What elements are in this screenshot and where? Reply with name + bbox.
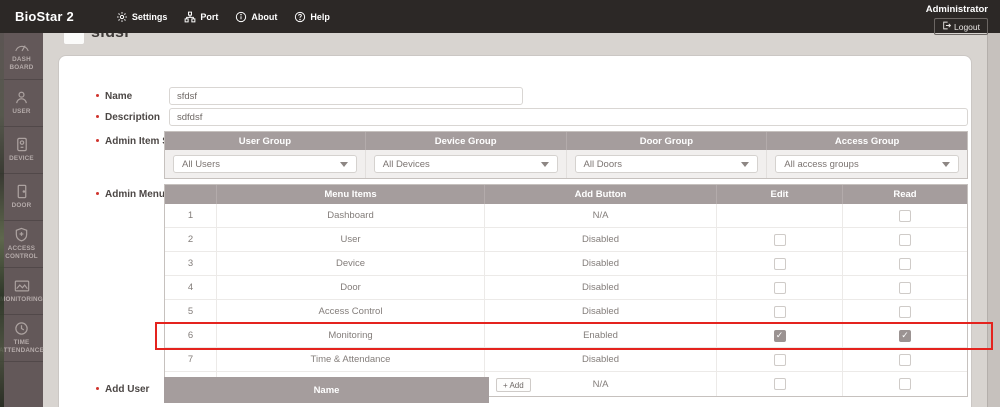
- table-row-monitoring: 6 Monitoring Enabled: [165, 324, 967, 348]
- name-input[interactable]: [169, 87, 523, 105]
- logout-label: Logout: [954, 22, 980, 32]
- read-checkbox[interactable]: [899, 306, 911, 318]
- read-checkbox[interactable]: [899, 378, 911, 390]
- user-group-header: User Group: [165, 132, 366, 150]
- sidebar-item-dashboard[interactable]: DASH BOARD: [0, 33, 43, 80]
- settings-menu-item[interactable]: Settings: [116, 11, 168, 23]
- table-row-time-attendance: 7 Time & Attendance Disabled: [165, 348, 967, 372]
- table-row-access-control: 5 Access Control Disabled: [165, 300, 967, 324]
- about-label: About: [251, 12, 277, 22]
- read-checkbox[interactable]: [899, 330, 911, 342]
- device-group-header: Device Group: [366, 132, 567, 150]
- required-marker: [96, 139, 99, 142]
- admin-item-settings-table: User Group Device Group Door Group Acces…: [164, 131, 968, 179]
- question-icon: [294, 11, 306, 23]
- name-label: Name: [96, 91, 132, 102]
- table-row-device: 3 Device Disabled: [165, 252, 967, 276]
- description-input[interactable]: [169, 108, 968, 126]
- access-group-dropdown[interactable]: All access groups: [775, 155, 959, 173]
- door-group-dropdown[interactable]: All Doors: [575, 155, 759, 173]
- edit-checkbox[interactable]: [774, 234, 786, 246]
- sidebar-nav: DASH BOARD USER DEVICE DOOR: [0, 33, 43, 407]
- back-button[interactable]: [63, 33, 85, 45]
- page-title: sfdsf: [91, 33, 129, 42]
- port-menu-item[interactable]: Port: [184, 11, 218, 23]
- edit-checkbox[interactable]: [774, 282, 786, 294]
- chevron-down-icon: [741, 162, 749, 167]
- app-logo[interactable]: BioStar 2: [15, 9, 74, 24]
- settings-label: Settings: [132, 12, 168, 22]
- info-icon: [235, 11, 247, 23]
- help-label: Help: [310, 12, 330, 22]
- shield-plus-icon: [14, 227, 29, 242]
- sidebar-item-access-control[interactable]: ACCESS CONTROL: [0, 221, 43, 268]
- device-icon: [15, 137, 29, 152]
- sidebar-item-time-attendance[interactable]: TIME ATTENDANCE: [0, 315, 43, 362]
- door-group-header: Door Group: [567, 132, 768, 150]
- top-bar: BioStar 2 Settings Port: [0, 0, 1000, 33]
- logout-button[interactable]: Logout: [934, 18, 988, 35]
- read-header: Read: [843, 185, 967, 204]
- device-group-dropdown[interactable]: All Devices: [374, 155, 558, 173]
- read-checkbox[interactable]: [899, 210, 911, 222]
- table-row-dashboard: 1 Dashboard N/A: [165, 204, 967, 228]
- required-marker: [96, 94, 99, 97]
- user-group-dropdown[interactable]: All Users: [173, 155, 357, 173]
- edit-checkbox[interactable]: [774, 378, 786, 390]
- edit-header: Edit: [717, 185, 843, 204]
- sidebar-item-monitoring[interactable]: MONITORING: [0, 268, 43, 315]
- read-checkbox[interactable]: [899, 354, 911, 366]
- gear-icon: [116, 11, 128, 23]
- background-photo-strip: [0, 33, 4, 407]
- table-row-user: 2 User Disabled: [165, 228, 967, 252]
- main-content: sfdsf Name Description Admin Item Settin…: [43, 33, 1000, 407]
- logout-icon: [942, 21, 951, 32]
- admin-menu-settings-table: Menu Items Add Button Edit Read 1 Dashbo…: [164, 184, 968, 397]
- vertical-scrollbar[interactable]: [987, 33, 1000, 407]
- access-group-header: Access Group: [767, 132, 967, 150]
- about-menu-item[interactable]: About: [235, 11, 277, 23]
- logged-in-user: Administrator: [926, 4, 988, 15]
- edit-checkbox[interactable]: [774, 330, 786, 342]
- clock-icon: [14, 321, 29, 336]
- user-icon: [14, 90, 29, 105]
- required-marker: [96, 192, 99, 195]
- table-row-door: 4 Door Disabled: [165, 276, 967, 300]
- monitoring-icon: [14, 279, 30, 293]
- sidebar-item-door[interactable]: DOOR: [0, 174, 43, 221]
- chevron-down-icon: [942, 162, 950, 167]
- read-checkbox[interactable]: [899, 258, 911, 270]
- menu-items-header: Menu Items: [217, 185, 485, 204]
- description-label: Description: [96, 112, 160, 123]
- add-user-label: Add User: [96, 384, 149, 395]
- help-menu-item[interactable]: Help: [294, 11, 330, 23]
- sidebar-item-user[interactable]: USER: [0, 80, 43, 127]
- edit-checkbox[interactable]: [774, 354, 786, 366]
- required-marker: [96, 115, 99, 118]
- menu-table-header: Menu Items Add Button Edit Read: [165, 185, 967, 204]
- dashboard-icon: [14, 40, 30, 53]
- door-icon: [15, 184, 29, 199]
- read-checkbox[interactable]: [899, 282, 911, 294]
- read-checkbox[interactable]: [899, 234, 911, 246]
- port-label: Port: [200, 12, 218, 22]
- top-menu: Settings Port About: [116, 11, 330, 23]
- add-user-button[interactable]: + Add: [496, 378, 531, 392]
- chevron-down-icon: [541, 162, 549, 167]
- add-user-name-header: Name: [164, 377, 489, 403]
- settings-panel: Name Description Admin Item Settings Use…: [58, 55, 972, 407]
- edit-checkbox[interactable]: [774, 258, 786, 270]
- required-marker: [96, 387, 99, 390]
- edit-checkbox[interactable]: [774, 306, 786, 318]
- port-icon: [184, 11, 196, 23]
- chevron-down-icon: [340, 162, 348, 167]
- add-button-header: Add Button: [485, 185, 717, 204]
- sidebar-item-device[interactable]: DEVICE: [0, 127, 43, 174]
